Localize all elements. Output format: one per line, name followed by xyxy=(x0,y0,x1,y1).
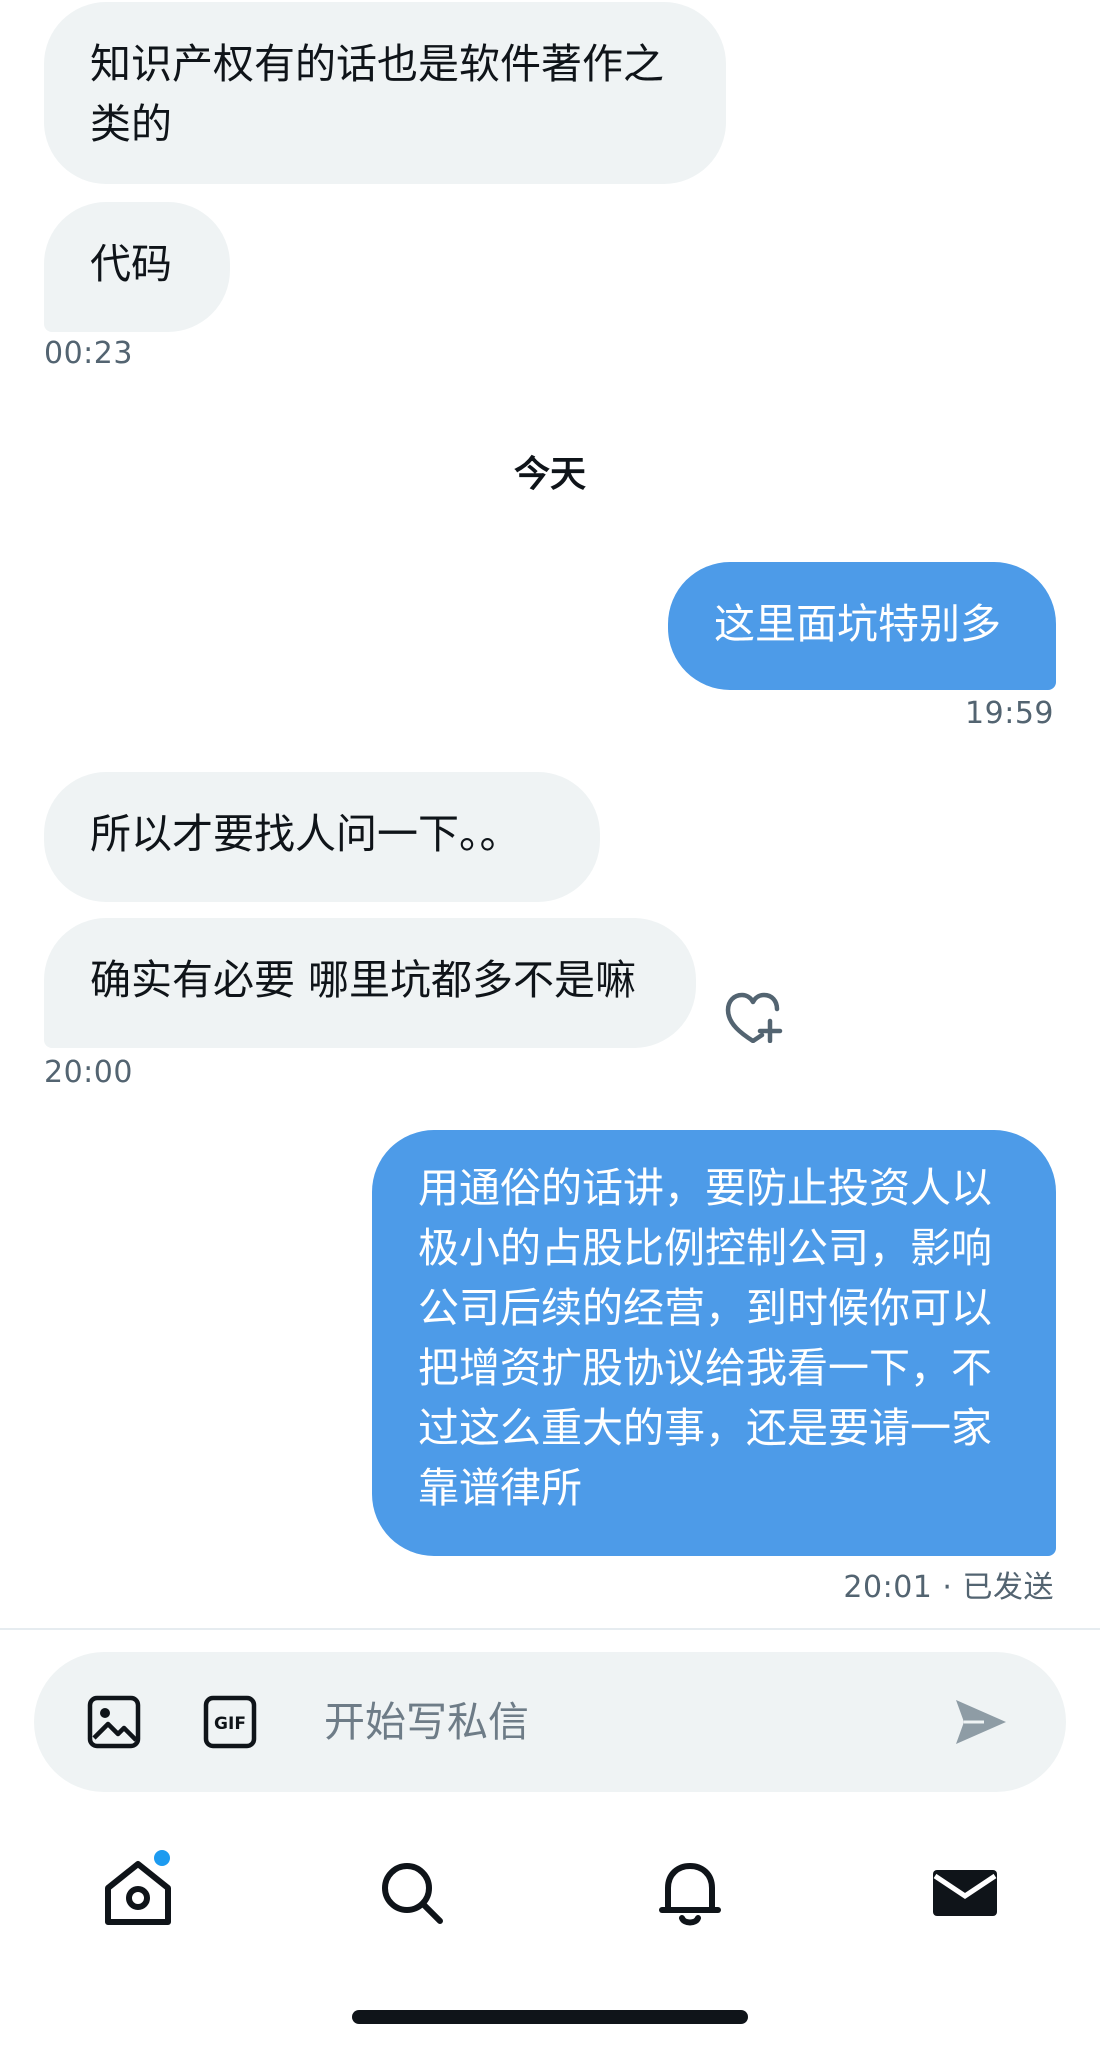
dm-conversation-screen: 知识产权有的话也是软件著作之类的 代码 00:23 今天 这里面坑特别多 19:… xyxy=(0,0,1100,2048)
message-bubble-outgoing[interactable]: 这里面坑特别多 xyxy=(668,562,1056,690)
image-icon[interactable] xyxy=(86,1694,142,1750)
message-bubble-incoming[interactable]: 确实有必要 哪里坑都多不是嘛 xyxy=(44,918,696,1048)
mail-icon xyxy=(933,1870,997,1916)
tab-search[interactable] xyxy=(372,1852,452,1932)
message-timestamp: 20:01 · 已发送 xyxy=(843,1570,1054,1605)
send-icon[interactable] xyxy=(952,1696,1010,1748)
heart-plus-icon[interactable] xyxy=(722,987,784,1043)
tab-notifications[interactable] xyxy=(650,1852,730,1932)
message-input[interactable] xyxy=(324,1682,944,1762)
tab-messages[interactable] xyxy=(925,1852,1005,1932)
svg-text:GIF: GIF xyxy=(214,1714,246,1734)
message-bubble-incoming[interactable]: 代码 xyxy=(44,202,230,332)
message-timestamp: 20:00 xyxy=(44,1055,133,1090)
bottom-tab-bar xyxy=(0,1830,1100,1960)
message-bubble-incoming[interactable]: 所以才要找人问一下。。 xyxy=(44,772,600,902)
message-timestamp: 00:23 xyxy=(44,336,133,371)
composer-divider xyxy=(0,1628,1100,1630)
bell-icon xyxy=(659,1863,721,1926)
gif-icon[interactable]: GIF xyxy=(202,1694,258,1750)
message-timestamp: 19:59 xyxy=(965,696,1054,731)
search-icon xyxy=(382,1863,443,1924)
message-thread[interactable]: 知识产权有的话也是软件著作之类的 代码 00:23 今天 这里面坑特别多 19:… xyxy=(0,0,1100,1625)
unread-indicator xyxy=(154,1850,170,1866)
message-bubble-incoming[interactable]: 知识产权有的话也是软件著作之类的 xyxy=(44,2,726,184)
message-composer: GIF xyxy=(34,1652,1066,1792)
date-separator: 今天 xyxy=(513,454,586,495)
tab-home[interactable] xyxy=(98,1850,178,1932)
message-bubble-outgoing[interactable]: 用通俗的话讲，要防止投资人以极小的占股比例控制公司，影响公司后续的经营，到时候你… xyxy=(372,1130,1056,1556)
home-indicator xyxy=(352,2010,748,2024)
